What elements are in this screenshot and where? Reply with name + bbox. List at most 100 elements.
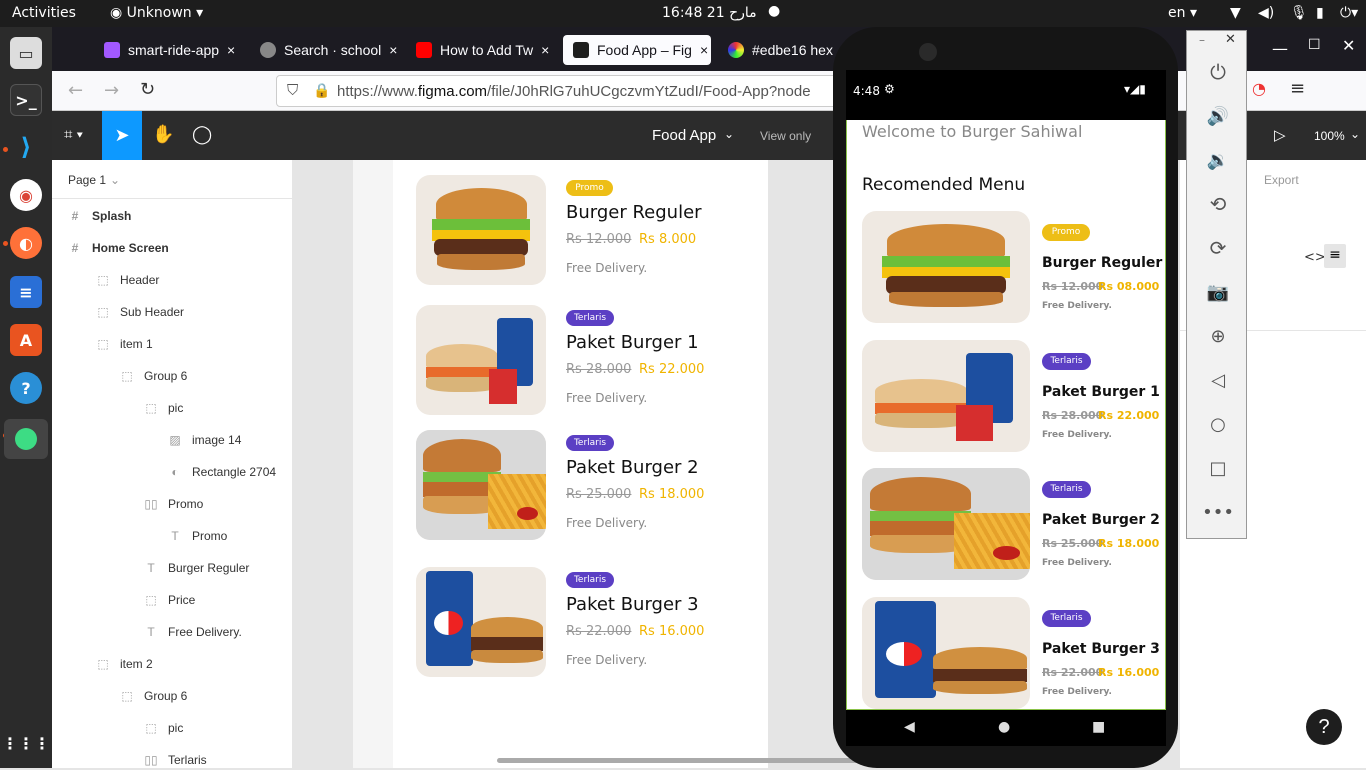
zoom-icon[interactable]: ⊕ bbox=[1205, 323, 1231, 349]
phone-screen[interactable]: Welcome to Burger Sahiwal Recomended Men… bbox=[846, 70, 1166, 710]
layer-row[interactable]: ◐ Rectangle 2704 bbox=[168, 462, 276, 482]
volume-down-icon[interactable]: 🔉 bbox=[1205, 147, 1231, 173]
chrome-icon[interactable]: ◉ bbox=[10, 179, 42, 211]
color-favicon-icon bbox=[728, 42, 744, 58]
page-selector[interactable]: Page 1 ⌄ bbox=[68, 170, 120, 190]
clock[interactable]: 16:48 مارح 21 bbox=[662, 5, 757, 21]
reload-icon[interactable]: ↻ bbox=[140, 79, 155, 100]
minimize-window-icon[interactable]: — bbox=[1272, 39, 1288, 58]
layer-row[interactable]: ▨ image 14 bbox=[168, 430, 241, 450]
layer-row[interactable]: ⬚ Group 6 bbox=[120, 686, 187, 706]
rotate-left-icon[interactable]: ⟲ bbox=[1205, 191, 1231, 217]
help-icon[interactable]: ? bbox=[10, 372, 42, 404]
tab-food-app-figma[interactable]: Food App – Fig × bbox=[563, 35, 711, 65]
comment-tool-icon[interactable]: ◯ bbox=[192, 124, 212, 145]
layer-row[interactable]: ⬚ item 1 bbox=[96, 334, 152, 354]
rotate-right-icon[interactable]: ⟳ bbox=[1205, 235, 1231, 261]
language-indicator[interactable]: en ▾ bbox=[1168, 5, 1197, 21]
vscode-icon[interactable]: ⟩ bbox=[10, 131, 42, 163]
chevron-down-icon[interactable]: ⌄ bbox=[724, 127, 734, 141]
layer-row[interactable]: ⬚ Group 6 bbox=[120, 366, 187, 386]
tab-smart-ride[interactable]: smart-ride-app × bbox=[94, 35, 244, 65]
layer-row[interactable]: ▯▯ Promo bbox=[144, 494, 203, 514]
android-back-icon[interactable]: ◀ bbox=[904, 719, 915, 735]
android-recents-icon[interactable]: ■ bbox=[1092, 719, 1105, 735]
layer-row[interactable]: # Splash bbox=[68, 206, 132, 226]
file-name[interactable]: Food App bbox=[652, 127, 716, 144]
notification-dot-icon: ● bbox=[768, 3, 781, 19]
forward-icon[interactable]: → bbox=[104, 80, 119, 101]
item-delivery: Free Delivery. bbox=[566, 391, 648, 405]
present-icon[interactable]: ▷ bbox=[1274, 126, 1286, 144]
software-center-icon[interactable]: A bbox=[10, 324, 42, 356]
item-delivery: Free Delivery. bbox=[1042, 430, 1112, 440]
item-badge: Terlaris bbox=[566, 435, 614, 451]
shield-icon[interactable]: ⛉ bbox=[287, 82, 298, 99]
layer-row[interactable]: # Home Screen bbox=[68, 238, 169, 258]
url-bar[interactable]: ⛉ 🔒 https://www.figma.com/file/J0hRlG7uh… bbox=[276, 75, 844, 107]
back-icon[interactable]: ← bbox=[68, 80, 83, 101]
close-emulator-icon[interactable]: ✕ bbox=[1225, 32, 1236, 47]
layer-row[interactable]: ⬚ Price bbox=[144, 590, 195, 610]
export-tab[interactable]: Export bbox=[1264, 173, 1299, 187]
back-triangle-icon[interactable]: ◁ bbox=[1205, 367, 1231, 393]
close-window-icon[interactable]: ✕ bbox=[1342, 36, 1355, 55]
layer-row[interactable]: ⬚ Sub Header bbox=[96, 302, 184, 322]
layer-row[interactable]: ⬚ item 2 bbox=[96, 654, 152, 674]
food-image bbox=[862, 597, 1030, 709]
close-tab-icon[interactable]: × bbox=[227, 42, 235, 58]
list-view-icon[interactable]: ≡ bbox=[1324, 244, 1346, 268]
section-title: Recomended Menu bbox=[862, 175, 1026, 195]
wifi-icon[interactable]: ▼ bbox=[1230, 5, 1241, 21]
show-apps-icon[interactable]: ⋮⋮⋮ bbox=[2, 727, 50, 759]
volume-up-icon[interactable]: 🔊 bbox=[1205, 103, 1231, 129]
tab-youtube[interactable]: How to Add Tw × bbox=[406, 35, 556, 65]
power-icon[interactable]: ⏻ bbox=[1205, 59, 1231, 85]
writer-icon[interactable]: ≡ bbox=[10, 276, 42, 308]
files-icon[interactable]: ▭ bbox=[10, 37, 42, 69]
microphone-icon[interactable]: 🎙 bbox=[1290, 5, 1308, 21]
firefox-icon[interactable]: ◐ bbox=[10, 227, 42, 259]
item-badge: Terlaris bbox=[566, 572, 614, 588]
home-circle-icon[interactable]: ○ bbox=[1205, 411, 1231, 437]
overview-square-icon[interactable]: □ bbox=[1205, 455, 1231, 481]
more-options-icon[interactable]: ••• bbox=[1202, 499, 1234, 525]
extension-icon[interactable]: ◔ bbox=[1252, 79, 1266, 98]
tab-hex-color[interactable]: #edbe16 hex bbox=[718, 35, 838, 65]
layer-row[interactable]: ⬚ pic bbox=[144, 718, 183, 738]
layer-row[interactable]: ▯▯ Terlaris bbox=[144, 750, 206, 770]
help-button[interactable]: ? bbox=[1306, 709, 1342, 745]
item-new-price: Rs 18.000 bbox=[639, 487, 705, 502]
layer-type-icon: ▨ bbox=[169, 433, 181, 447]
volume-icon[interactable]: ◀) bbox=[1258, 5, 1274, 21]
power-menu-icon[interactable]: ⏻▾ bbox=[1340, 5, 1358, 21]
menu-icon[interactable]: ≡ bbox=[1290, 78, 1305, 99]
item-new-price: Rs 08.000 bbox=[1098, 280, 1160, 293]
maximize-window-icon[interactable]: ☐ bbox=[1308, 37, 1321, 53]
layer-row[interactable]: ⬚ Header bbox=[96, 270, 159, 290]
code-icon[interactable]: <> bbox=[1304, 250, 1326, 265]
android-home-icon[interactable]: ● bbox=[998, 719, 1010, 735]
layer-row[interactable]: T Burger Reguler bbox=[144, 558, 249, 578]
layer-row[interactable]: T Promo bbox=[168, 526, 227, 546]
hand-tool-icon[interactable]: ✋ bbox=[152, 124, 174, 145]
item-new-price: Rs 8.000 bbox=[639, 232, 697, 247]
zoom-chevron-icon[interactable]: ⌄ bbox=[1350, 127, 1360, 141]
close-tab-icon[interactable]: × bbox=[389, 42, 397, 58]
item-new-price: Rs 16.000 bbox=[639, 624, 705, 639]
screenshot-camera-icon[interactable]: 📷 bbox=[1205, 279, 1231, 305]
layer-row[interactable]: ⬚ pic bbox=[144, 398, 183, 418]
minimize-emulator-icon[interactable]: – bbox=[1199, 33, 1205, 47]
activities-button[interactable]: Activities bbox=[12, 5, 76, 21]
terminal-icon[interactable]: >_ bbox=[10, 84, 42, 116]
zoom-level[interactable]: 100% bbox=[1314, 129, 1345, 143]
app-menu[interactable]: ◉ Unknown ▾ bbox=[110, 5, 203, 21]
move-tool-icon[interactable]: ➤ bbox=[102, 111, 142, 160]
close-tab-icon[interactable]: × bbox=[541, 42, 549, 58]
android-studio-icon[interactable] bbox=[4, 419, 48, 459]
layer-row[interactable]: T Free Delivery. bbox=[144, 622, 241, 642]
battery-icon[interactable]: ▮ bbox=[1316, 5, 1324, 21]
close-tab-icon[interactable]: × bbox=[700, 42, 708, 58]
tab-github-search[interactable]: Search · school × bbox=[250, 35, 400, 65]
figma-menu-icon[interactable]: ⌗ ▾ bbox=[64, 126, 83, 143]
